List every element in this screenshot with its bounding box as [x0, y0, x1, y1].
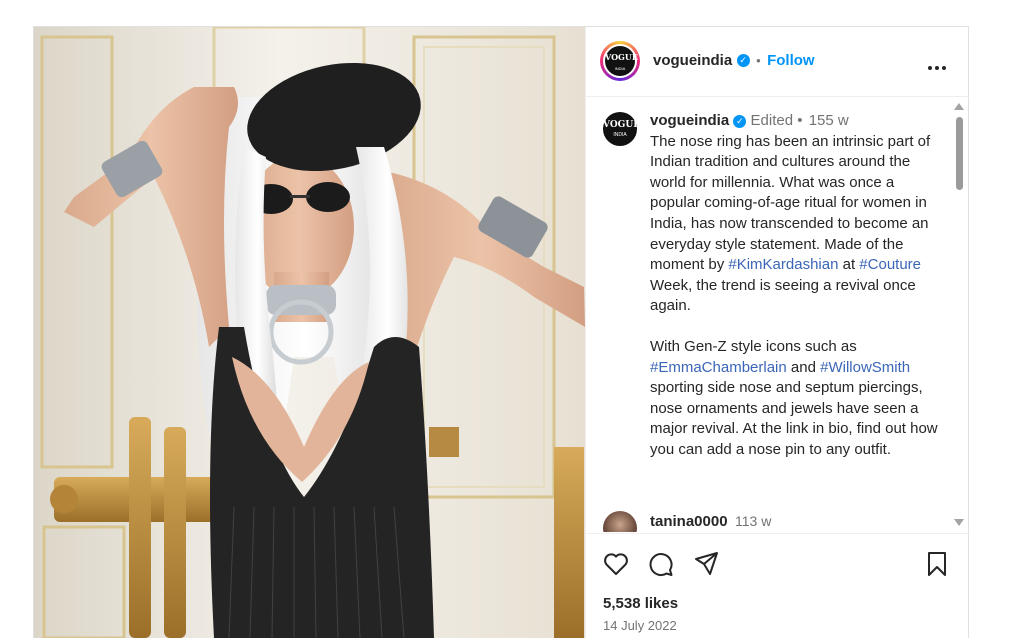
post-actions: 5,538 likes 14 July 2022 [586, 533, 969, 639]
caption-paragraph-2: With Gen-Z style icons such as #EmmaCham… [650, 337, 940, 461]
caption-text: The nose ring has been an intrinsic part… [650, 132, 931, 274]
scrollbar-thumb[interactable] [956, 117, 963, 190]
caption-separator: • [797, 112, 803, 129]
caption-paragraph-1: The nose ring has been an intrinsic part… [650, 132, 940, 317]
likes-count[interactable]: 5,538 likes [603, 595, 678, 612]
caption-handle[interactable]: vogueindia [650, 112, 729, 129]
heart-icon[interactable] [603, 552, 629, 581]
caption-text: Week, the trend is seeing a revival once… [650, 276, 916, 315]
caption: vogueindia ✓ Edited • 155 w The nose rin… [650, 111, 940, 461]
post-header: VOGUE INDIA vogueindia ✓ • Follow [586, 27, 969, 97]
account-avatar[interactable]: VOGUE INDIA [600, 41, 640, 81]
post-card: VOGUE INDIA vogueindia ✓ • Follow VOGUE IN… [33, 26, 969, 638]
comment-age: 113 w [735, 513, 772, 529]
send-icon[interactable] [694, 551, 720, 582]
hashtag-link[interactable]: #Couture [859, 256, 921, 273]
comment-item: tanina0000 113 w [603, 511, 943, 532]
account-handle[interactable]: vogueindia [653, 52, 732, 69]
avatar-logo-text: VOGUE [605, 52, 638, 62]
hashtag-link[interactable]: #WillowSmith [820, 359, 910, 376]
caption-text: sporting side nose and septum piercings,… [650, 379, 938, 458]
follow-button[interactable]: Follow [767, 52, 815, 69]
post-sidebar: VOGUE INDIA vogueindia ✓ • Follow VOGUE IN… [585, 27, 969, 638]
caption-avatar-logo-subtext: INDIA [613, 132, 627, 138]
caption-verified-icon: ✓ [733, 114, 747, 128]
verified-badge-icon: ✓ [736, 54, 750, 68]
edited-label: Edited [750, 112, 794, 129]
header-separator: • [756, 53, 761, 68]
caption-text: and [786, 358, 821, 376]
comments-scrollbar[interactable] [952, 97, 966, 532]
post-photo[interactable] [34, 27, 585, 638]
comment-username[interactable]: tanina0000 [650, 513, 728, 530]
scroll-up-arrow-icon[interactable] [954, 103, 964, 110]
hashtag-link[interactable]: #KimKardashian [728, 256, 838, 273]
scroll-down-arrow-icon[interactable] [954, 519, 964, 526]
post-date[interactable]: 14 July 2022 [603, 618, 677, 633]
comments-scroll-area[interactable]: VOGUE INDIA vogueindia ✓ Edited • 155 w T… [586, 97, 969, 532]
avatar-logo-subtext: INDIA [614, 66, 626, 71]
caption-avatar[interactable]: VOGUE INDIA [603, 112, 641, 146]
caption-text: at [838, 256, 860, 274]
comment-avatar[interactable] [603, 511, 637, 532]
bookmark-icon[interactable] [926, 551, 948, 582]
caption-text: With Gen-Z style icons such as [650, 337, 857, 355]
more-horizontal-icon[interactable] [927, 58, 947, 70]
caption-age[interactable]: 155 w [809, 112, 849, 129]
hashtag-link[interactable]: #EmmaChamberlain [650, 359, 787, 376]
caption-avatar-logo-text: VOGUE [603, 120, 641, 130]
post-image [34, 27, 585, 638]
comment-icon[interactable] [648, 551, 674, 582]
